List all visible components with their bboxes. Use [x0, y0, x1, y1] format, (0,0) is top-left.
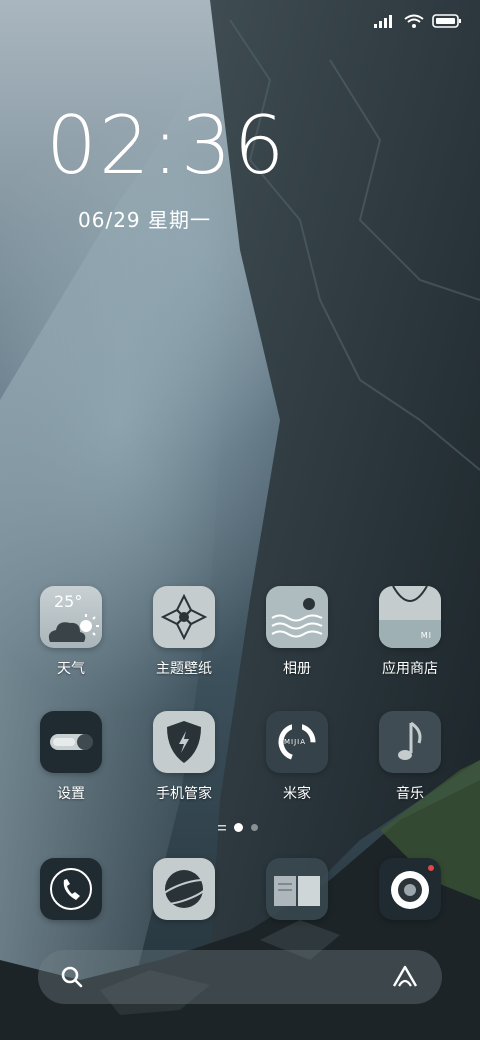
- assistant-icon[interactable]: [390, 964, 420, 990]
- menu-lines-icon: [218, 824, 226, 830]
- camera-icon: [379, 858, 441, 920]
- app-weather[interactable]: 25° 天气: [26, 586, 116, 678]
- app-themes[interactable]: 主题壁纸: [139, 586, 229, 678]
- store-badge: MI: [420, 631, 432, 640]
- search-icon[interactable]: [60, 965, 84, 989]
- dock-browser[interactable]: [139, 858, 229, 920]
- page-dot: [251, 824, 258, 831]
- wifi-icon: [404, 14, 424, 28]
- signal-icon: [374, 15, 392, 28]
- app-gallery[interactable]: 相册: [252, 586, 342, 678]
- themes-icon: [153, 586, 215, 648]
- status-bar: [374, 10, 462, 32]
- page-dot-active: [234, 823, 243, 832]
- app-label: 设置: [57, 786, 85, 802]
- dock-messages[interactable]: [252, 858, 342, 920]
- settings-toggle-icon: [40, 711, 102, 773]
- app-label: 音乐: [396, 786, 424, 802]
- mijia-text: MIJIA: [284, 738, 307, 746]
- app-label: 手机管家: [156, 786, 212, 802]
- store-bag-icon: MI: [379, 586, 441, 648]
- app-settings[interactable]: 设置: [26, 711, 116, 803]
- app-mi-home[interactable]: MIJIA 米家: [252, 711, 342, 803]
- search-bar[interactable]: [38, 950, 442, 1004]
- dock-camera[interactable]: [365, 858, 455, 920]
- phone-icon: [40, 858, 102, 920]
- dock-phone[interactable]: [26, 858, 116, 920]
- clock-date: 06/29 星期一: [78, 208, 211, 232]
- app-label: 米家: [283, 786, 311, 802]
- app-label: 相册: [283, 661, 311, 677]
- battery-icon: [432, 14, 461, 28]
- page-indicator[interactable]: [218, 823, 258, 832]
- mijia-icon: MIJIA: [266, 711, 328, 773]
- app-label: 主题壁纸: [156, 661, 212, 677]
- app-security[interactable]: 手机管家: [139, 711, 229, 803]
- app-label: 天气: [57, 661, 85, 677]
- notes-icon: [266, 858, 328, 920]
- shield-icon: [153, 711, 215, 773]
- weather-icon: 25°: [40, 586, 102, 648]
- app-store[interactable]: MI 应用商店: [365, 586, 455, 678]
- app-music[interactable]: 音乐: [365, 711, 455, 803]
- gallery-icon: [266, 586, 328, 648]
- app-label: 应用商店: [382, 661, 438, 677]
- planet-icon: [153, 858, 215, 920]
- clock-time[interactable]: 02:36: [46, 106, 287, 186]
- music-note-icon: [379, 711, 441, 773]
